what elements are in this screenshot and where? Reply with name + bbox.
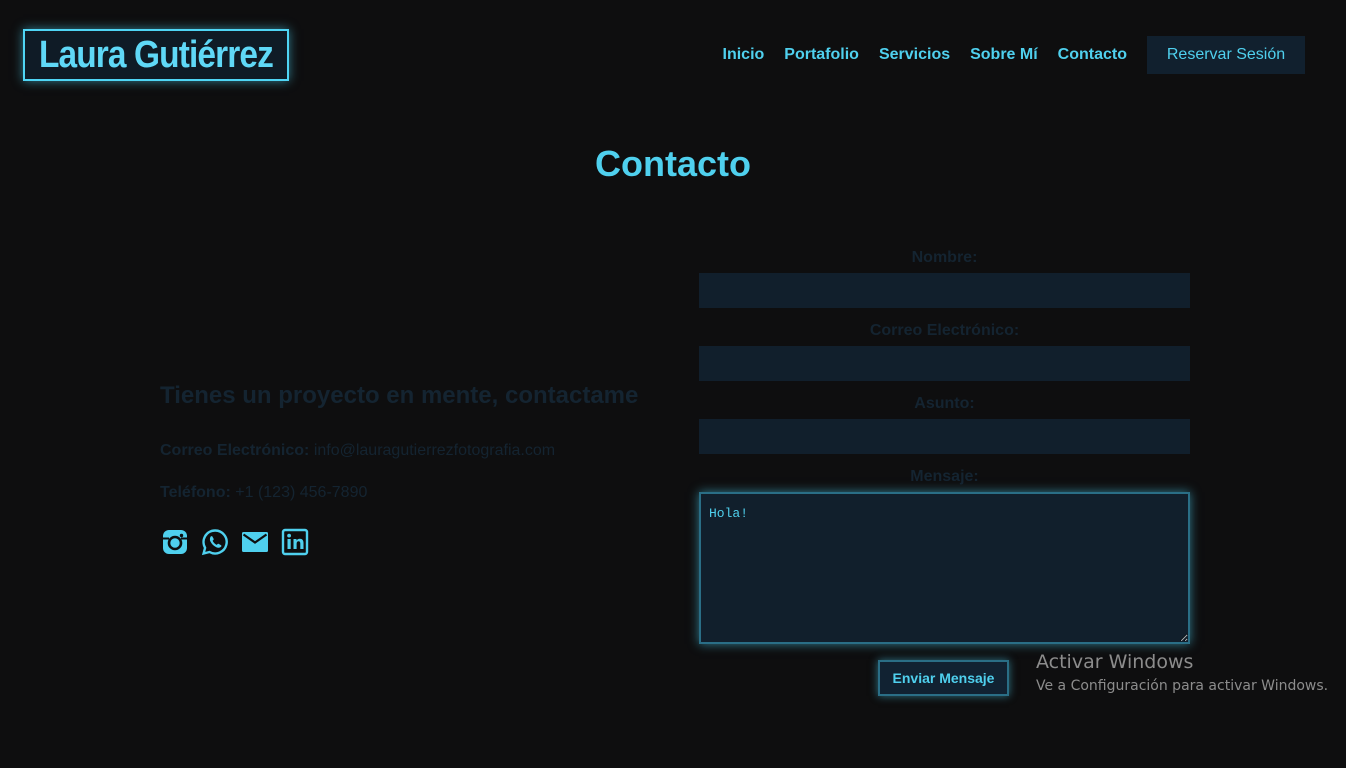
- nav-link-inicio[interactable]: Inicio: [723, 46, 765, 64]
- message-label: Mensaje:: [910, 468, 979, 485]
- info-heading: Tienes un proyecto en mente, contactame: [160, 382, 639, 409]
- contact-email-line: Correo Electrónico: info@lauragutierrezf…: [160, 442, 555, 460]
- whatsapp-icon[interactable]: [201, 528, 229, 556]
- watermark-title: Activar Windows: [1036, 651, 1194, 673]
- site-logo[interactable]: Laura Gutiérrez: [23, 29, 289, 81]
- name-label: Nombre:: [911, 249, 978, 266]
- reservar-sesion-button[interactable]: Reservar Sesión: [1147, 36, 1305, 74]
- email-input[interactable]: [699, 346, 1190, 381]
- subject-input[interactable]: [699, 419, 1190, 454]
- contact-phone-label: Teléfono:: [160, 484, 231, 501]
- nav-link-contacto[interactable]: Contacto: [1058, 46, 1127, 64]
- contact-email-value: info@lauragutierrezfotografia.com: [313, 442, 556, 459]
- name-input[interactable]: [699, 273, 1190, 308]
- contact-phone-value: +1 (123) 456-7890: [235, 484, 368, 501]
- contact-phone-line: Teléfono: +1 (123) 456-7890: [160, 484, 367, 502]
- nav-link-portafolio[interactable]: Portafolio: [784, 46, 859, 64]
- logo-text: Laura Gutiérrez: [39, 33, 274, 76]
- email-label: Correo Electrónico:: [869, 322, 1020, 339]
- mail-icon[interactable]: [241, 528, 269, 556]
- send-message-button[interactable]: Enviar Mensaje: [878, 660, 1009, 696]
- contact-form: Nombre: Correo Electrónico: Asunto: Mens…: [699, 248, 1190, 644]
- nav-link-sobre-mi[interactable]: Sobre Mí: [970, 46, 1038, 64]
- message-textarea[interactable]: Hola!: [699, 492, 1190, 644]
- page-title: Contacto: [595, 143, 751, 184]
- contact-email-label: Correo Electrónico:: [160, 442, 310, 459]
- social-links: [161, 528, 321, 556]
- watermark-subtitle: Ve a Configuración para activar Windows.: [1036, 678, 1329, 694]
- windows-activation-watermark: Activar Windows Ve a Configuración para …: [1036, 650, 1328, 697]
- subject-label: Asunto:: [914, 395, 975, 412]
- main-nav: Inicio Portafolio Servicios Sobre Mí Con…: [723, 36, 1305, 74]
- nav-link-servicios[interactable]: Servicios: [879, 46, 950, 64]
- instagram-icon[interactable]: [161, 528, 189, 556]
- linkedin-icon[interactable]: [281, 528, 309, 556]
